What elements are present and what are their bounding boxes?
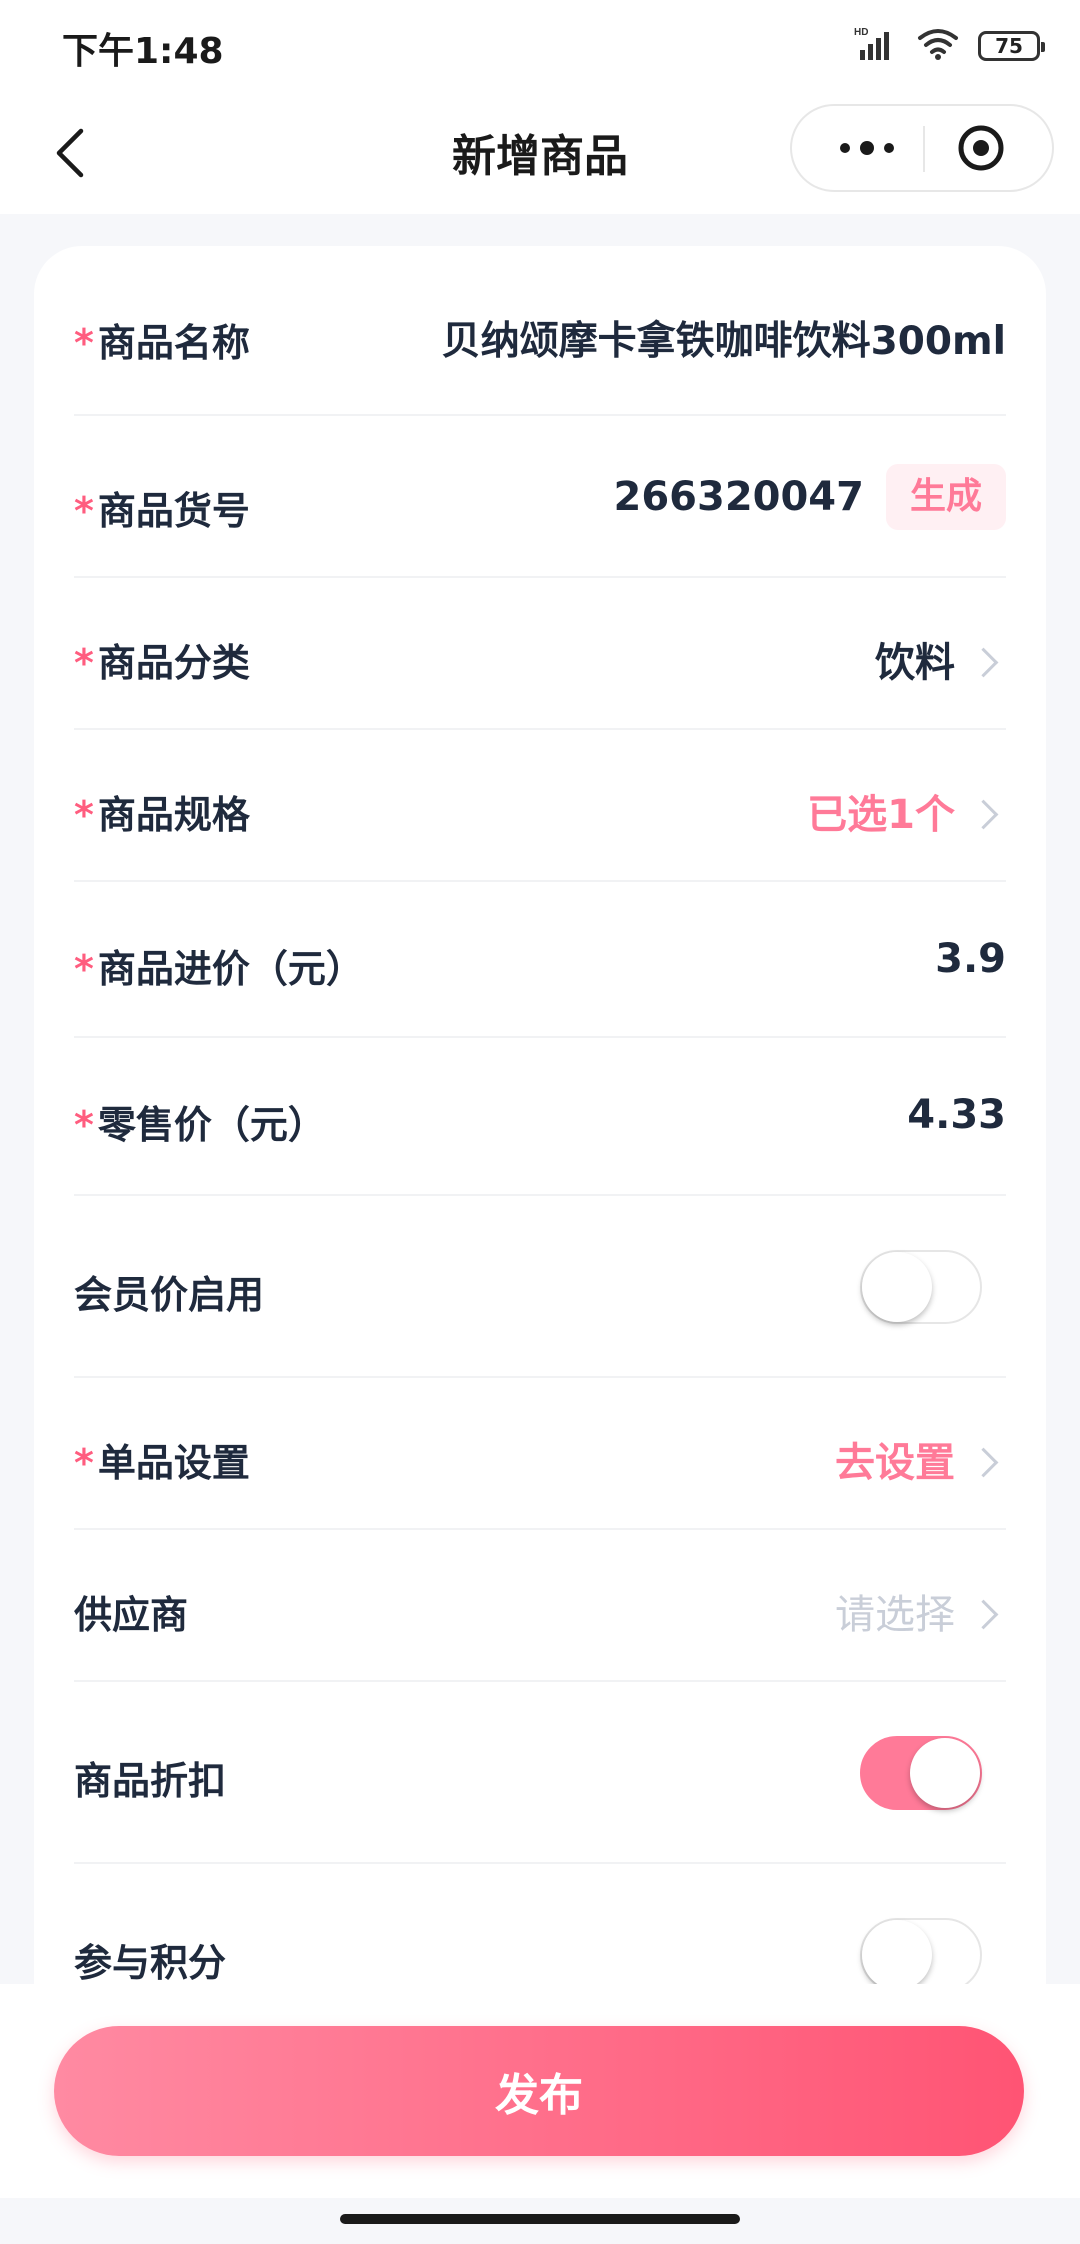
nav-bar: 新增商品 bbox=[0, 92, 1080, 214]
row-category[interactable]: * 商品分类 饮料 bbox=[74, 578, 1006, 730]
row-cost-price: * 商品进价（元） 3.9 bbox=[74, 882, 1006, 1038]
retail-price-label: * 零售价（元） bbox=[74, 1103, 326, 1147]
network-badge: HD bbox=[854, 27, 868, 38]
signal-icon: HD bbox=[854, 26, 898, 66]
required-mark: * bbox=[74, 793, 94, 837]
row-product-name[interactable]: * 商品名称 贝纳颂摩卡拿铁咖啡饮料300ml bbox=[74, 246, 1006, 416]
cost-price-label: * 商品进价（元） bbox=[74, 947, 364, 991]
discount-toggle[interactable] bbox=[860, 1736, 982, 1810]
row-retail-price: * 零售价（元） 4.33 bbox=[74, 1038, 1006, 1196]
row-item-settings[interactable]: * 单品设置 去设置 bbox=[74, 1378, 1006, 1530]
points-label: 参与积分 bbox=[74, 1941, 227, 1985]
product-name-value[interactable]: 贝纳颂摩卡拿铁咖啡饮料300ml bbox=[442, 310, 1006, 366]
row-spec[interactable]: * 商品规格 已选1个 bbox=[74, 730, 1006, 882]
required-mark: * bbox=[74, 489, 94, 533]
toggle-knob bbox=[862, 1920, 932, 1986]
category-label: * 商品分类 bbox=[74, 641, 250, 685]
battery-icon: 75 bbox=[978, 31, 1045, 61]
required-mark: * bbox=[74, 947, 94, 991]
spec-value-group: 已选1个 bbox=[807, 782, 999, 840]
discount-label: 商品折扣 bbox=[74, 1759, 227, 1803]
supplier-placeholder: 请选择 bbox=[835, 1592, 955, 1638]
chevron-right-icon bbox=[968, 799, 999, 829]
toggle-knob bbox=[862, 1252, 932, 1322]
generate-code-button[interactable]: 生成 bbox=[885, 464, 1006, 530]
status-icons: HD 75 bbox=[854, 24, 1045, 68]
row-product-code: * 商品货号 266320047 生成 bbox=[74, 416, 1006, 578]
retail-price-input[interactable]: 4.33 bbox=[907, 1092, 1006, 1138]
publish-button[interactable]: 发布 bbox=[54, 2026, 1024, 2156]
spec-value: 已选1个 bbox=[807, 792, 955, 838]
product-code-label: * 商品货号 bbox=[74, 489, 250, 533]
chevron-right-icon bbox=[968, 1447, 999, 1477]
miniapp-capsule bbox=[790, 104, 1054, 192]
toggle-knob bbox=[910, 1738, 980, 1808]
required-mark: * bbox=[74, 1441, 94, 1485]
member-price-toggle[interactable] bbox=[860, 1250, 982, 1324]
chevron-right-icon bbox=[968, 647, 999, 677]
category-value-group: 饮料 bbox=[875, 630, 999, 688]
required-mark: * bbox=[74, 321, 94, 365]
more-dots-icon bbox=[840, 141, 894, 155]
supplier-label: 供应商 bbox=[74, 1593, 189, 1637]
home-indicator-area bbox=[0, 2198, 1080, 2244]
product-form-card: * 商品名称 贝纳颂摩卡拿铁咖啡饮料300ml * 商品货号 266320047 生成… bbox=[34, 246, 1046, 1986]
product-name-label: * 商品名称 bbox=[74, 321, 250, 365]
row-supplier[interactable]: 供应商 请选择 bbox=[74, 1530, 1006, 1682]
target-circle-icon bbox=[958, 125, 1004, 171]
bottom-action-bar: 发布 bbox=[0, 1984, 1080, 2198]
item-settings-value-group: 去设置 bbox=[835, 1430, 999, 1488]
product-code-value[interactable]: 266320047 bbox=[613, 474, 864, 520]
chevron-right-icon bbox=[968, 1599, 999, 1629]
home-indicator[interactable] bbox=[340, 2214, 740, 2224]
cost-price-input[interactable]: 3.9 bbox=[935, 936, 1006, 982]
wifi-icon bbox=[916, 26, 960, 66]
close-miniapp-button[interactable] bbox=[926, 106, 1036, 190]
supplier-value-group: 请选择 bbox=[835, 1582, 999, 1640]
required-mark: * bbox=[74, 641, 94, 685]
member-price-label: 会员价启用 bbox=[74, 1273, 265, 1317]
row-discount: 商品折扣 bbox=[74, 1682, 1006, 1864]
required-mark: * bbox=[74, 1103, 94, 1147]
status-time: 下午1:48 bbox=[62, 31, 224, 72]
product-code-field: 266320047 生成 bbox=[613, 464, 1006, 530]
category-value: 饮料 bbox=[875, 640, 955, 686]
more-button[interactable] bbox=[812, 106, 922, 190]
status-bar: 下午1:48 HD 75 bbox=[0, 0, 1080, 92]
spec-label: * 商品规格 bbox=[74, 793, 250, 837]
row-points: 参与积分 bbox=[74, 1864, 1006, 1986]
row-member-price: 会员价启用 bbox=[74, 1196, 1006, 1378]
capsule-divider bbox=[923, 126, 925, 172]
item-settings-label: * 单品设置 bbox=[74, 1441, 250, 1485]
points-toggle[interactable] bbox=[860, 1918, 982, 1986]
item-settings-value: 去设置 bbox=[835, 1440, 955, 1486]
